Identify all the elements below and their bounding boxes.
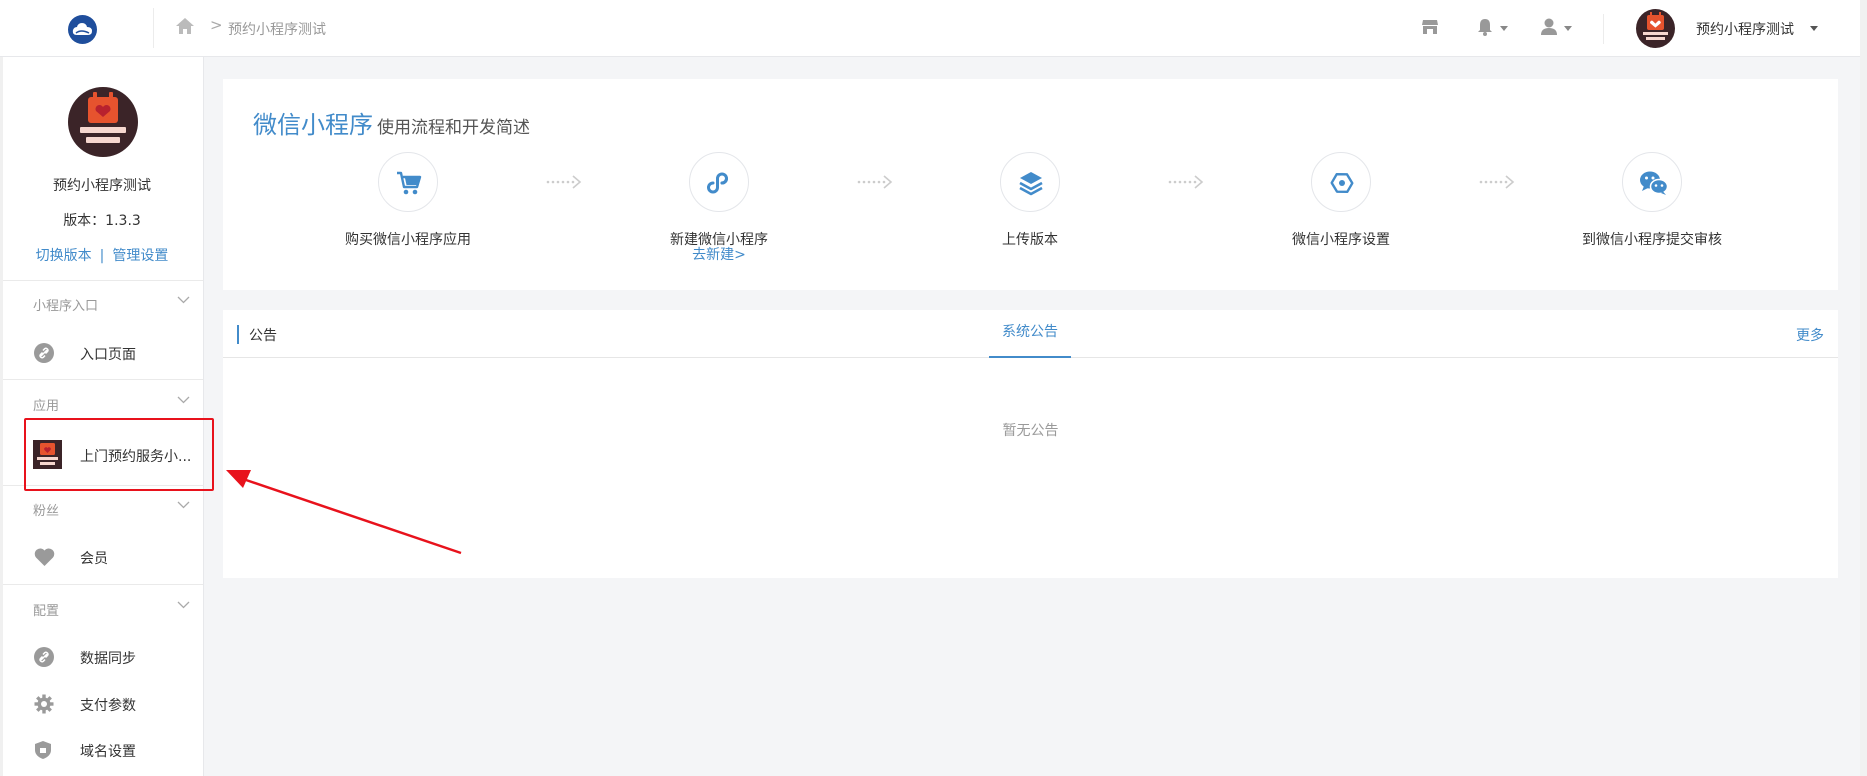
arrow-right-icon: [857, 175, 893, 189]
create-new-link[interactable]: 去新建>: [619, 244, 819, 264]
link-separator: |: [99, 248, 105, 264]
breadcrumb-current: 预约小程序测试: [228, 22, 326, 38]
user-caret-icon[interactable]: [1564, 26, 1572, 31]
step-label: 购买微信小程序应用: [345, 232, 471, 248]
mini-program-icon: [707, 172, 728, 194]
hexagon-icon: [1330, 172, 1354, 194]
link-icon: [34, 647, 54, 667]
top-bar: > 预约小程序测试 预约小程序测试: [0, 0, 1860, 57]
sidebar-section-fans[interactable]: 粉丝: [33, 500, 59, 519]
store-icon[interactable]: [1421, 18, 1439, 36]
sidebar-item-domain[interactable]: 域名设置: [80, 741, 136, 761]
breadcrumb-separator: >: [210, 16, 223, 34]
notice-more-link[interactable]: 更多: [1796, 325, 1824, 345]
step-label: 微信小程序设置: [1292, 232, 1390, 248]
account-avatar[interactable]: [1636, 9, 1675, 48]
app-avatar: [68, 87, 138, 157]
gear-icon: [34, 694, 54, 714]
user-icon[interactable]: [1540, 18, 1558, 36]
sidebar-item-data-sync[interactable]: 数据同步: [80, 648, 136, 668]
flow-title: 微信小程序 使用流程和开发简述: [253, 105, 530, 140]
flow-title-main: 微信小程序: [253, 111, 373, 139]
sidebar-divider: [3, 280, 203, 281]
layers-icon: [1019, 172, 1043, 196]
shield-icon: [35, 741, 51, 759]
sidebar-version: 版本：1.3.3: [63, 213, 141, 229]
flow-panel: 微信小程序使用流程和开发简述 购买微信小程序应用 新建微信小程序 去新建> 上: [223, 79, 1838, 290]
sidebar-divider: [3, 584, 203, 585]
account-name[interactable]: 预约小程序测试: [1696, 19, 1794, 39]
step-settings-circle[interactable]: [1311, 152, 1371, 212]
manage-settings-link[interactable]: 管理设置: [112, 248, 168, 264]
sidebar: 预约小程序测试 版本：1.3.3 切换版本 | 管理设置 小程序入口 入口页面 应用…: [0, 57, 204, 776]
bell-caret-icon[interactable]: [1500, 26, 1508, 31]
link-icon: [34, 343, 54, 363]
sidebar-section-apps[interactable]: 应用: [33, 395, 59, 414]
account-caret-icon[interactable]: [1810, 26, 1818, 31]
sidebar-section-config[interactable]: 配置: [33, 600, 59, 619]
step-mini-program-circle[interactable]: [689, 152, 749, 212]
notice-title-marker: [237, 325, 239, 344]
sidebar-divider: [3, 379, 203, 380]
tab-system-notice[interactable]: 系统公告: [989, 310, 1071, 358]
chevron-down-icon[interactable]: [177, 501, 190, 509]
sidebar-item-payment[interactable]: 支付参数: [80, 695, 136, 715]
sidebar-item-members[interactable]: 会员: [80, 548, 108, 568]
step-label: 上传版本: [1002, 232, 1058, 248]
topbar-divider: [1603, 14, 1604, 44]
topbar-divider: [153, 8, 154, 48]
chevron-down-icon[interactable]: [177, 396, 190, 404]
arrow-right-icon: [546, 175, 582, 189]
step-submit-circle[interactable]: [1622, 152, 1682, 212]
sidebar-item-entry-page[interactable]: 入口页面: [80, 344, 136, 364]
sidebar-section-entry[interactable]: 小程序入口: [33, 295, 98, 314]
highlight-box: [24, 418, 214, 491]
home-icon[interactable]: [175, 17, 195, 35]
sidebar-app-name: 预约小程序测试: [53, 178, 151, 194]
arrow-right-icon: [1479, 175, 1515, 189]
cart-icon: [397, 171, 422, 195]
switch-version-link[interactable]: 切换版本: [36, 248, 92, 264]
step-upload-circle[interactable]: [1000, 152, 1060, 212]
bell-icon[interactable]: [1477, 18, 1493, 36]
notice-title: 公告: [249, 328, 277, 344]
heart-icon: [34, 548, 55, 566]
sidebar-edge: [0, 57, 3, 776]
cloud-logo-icon[interactable]: [68, 15, 97, 44]
scrollbar[interactable]: [1860, 0, 1867, 776]
chevron-down-icon[interactable]: [177, 296, 190, 304]
step-cart-circle[interactable]: [378, 152, 438, 212]
notice-header: 公告 系统公告 更多: [223, 310, 1838, 358]
wechat-icon: [1640, 171, 1669, 195]
flow-title-sub: 使用流程和开发简述: [377, 118, 530, 138]
arrow-right-icon: [1168, 175, 1204, 189]
notice-empty-text: 暂无公告: [1002, 423, 1059, 439]
step-label: 到微信小程序提交审核: [1582, 232, 1722, 248]
notice-panel: 公告 系统公告 更多 暂无公告: [223, 310, 1838, 578]
sidebar-links: 切换版本 | 管理设置: [0, 245, 204, 265]
chevron-down-icon[interactable]: [177, 601, 190, 609]
